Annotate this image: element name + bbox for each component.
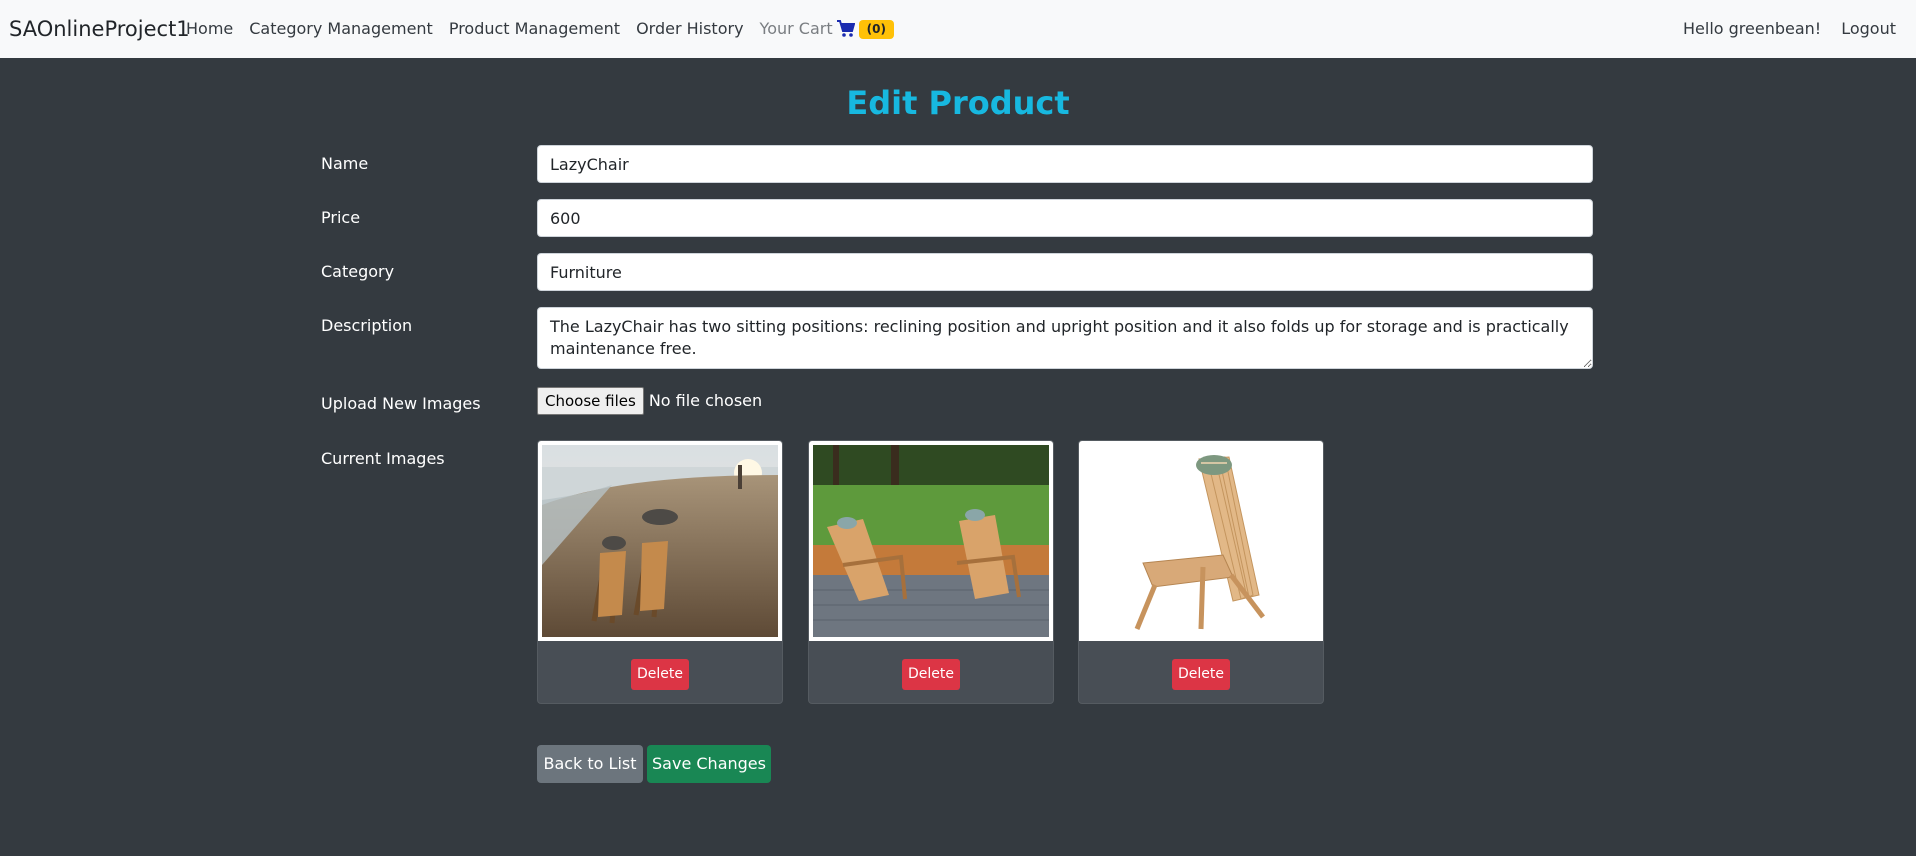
product-image bbox=[809, 441, 1053, 641]
description-label: Description bbox=[321, 316, 413, 335]
description-textarea[interactable]: The LazyChair has two sitting positions:… bbox=[537, 307, 1593, 369]
current-images-label: Current Images bbox=[321, 449, 445, 468]
product-image bbox=[538, 441, 782, 641]
image-card: Delete bbox=[1078, 440, 1324, 704]
nav-home[interactable]: Home bbox=[186, 19, 233, 39]
nav-category-management[interactable]: Category Management bbox=[249, 19, 433, 39]
delete-image-button[interactable]: Delete bbox=[902, 659, 960, 690]
choose-files-button[interactable]: Choose files bbox=[537, 387, 644, 415]
image-card: Delete bbox=[537, 440, 783, 704]
nav-product-management[interactable]: Product Management bbox=[449, 19, 620, 39]
logout-link[interactable]: Logout bbox=[1841, 19, 1896, 39]
brand-link[interactable]: SAOnlineProject1 bbox=[9, 16, 190, 42]
category-label: Category bbox=[321, 262, 395, 281]
save-changes-button[interactable]: Save Changes bbox=[647, 745, 771, 783]
back-to-list-button[interactable]: Back to List bbox=[537, 745, 643, 783]
cart-count-badge: (0) bbox=[858, 20, 894, 39]
delete-image-button[interactable]: Delete bbox=[631, 659, 689, 690]
nav-order-history[interactable]: Order History bbox=[636, 19, 743, 39]
product-image bbox=[1079, 441, 1323, 641]
nav-your-cart[interactable]: Your Cart bbox=[760, 19, 833, 39]
category-input[interactable] bbox=[537, 253, 1593, 291]
nav-links: Home Category Management Product Managem… bbox=[186, 19, 894, 39]
upload-label: Upload New Images bbox=[321, 394, 481, 413]
nav-user: Hello greenbean! Logout bbox=[1683, 19, 1896, 39]
cart-icon[interactable] bbox=[836, 20, 855, 38]
navbar: SAOnlineProject1 Home Category Managemen… bbox=[0, 0, 1916, 58]
delete-image-button[interactable]: Delete bbox=[1172, 659, 1230, 690]
file-upload: Choose files No file chosen bbox=[537, 387, 762, 415]
file-status-text: No file chosen bbox=[648, 391, 763, 410]
page-title: Edit Product bbox=[846, 84, 1070, 122]
user-greeting[interactable]: Hello greenbean! bbox=[1683, 19, 1821, 39]
name-label: Name bbox=[321, 154, 369, 173]
price-input[interactable] bbox=[537, 199, 1593, 237]
wooden-lounge-chair-photo bbox=[1083, 445, 1319, 637]
image-card: Delete bbox=[808, 440, 1054, 704]
patio-chairs-photo bbox=[813, 445, 1049, 637]
beach-chairs-photo bbox=[542, 445, 778, 637]
name-input[interactable] bbox=[537, 145, 1593, 183]
price-label: Price bbox=[321, 208, 361, 227]
